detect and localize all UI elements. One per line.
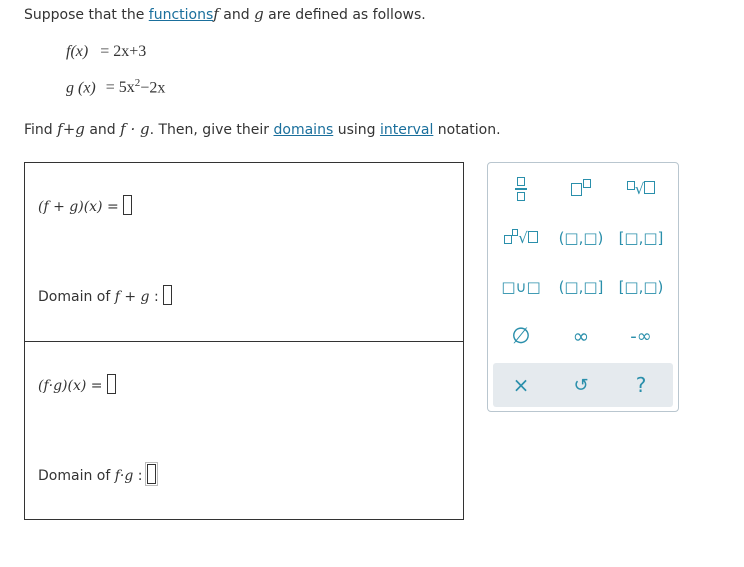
infinity-icon: ∞ xyxy=(572,324,590,348)
undo-icon: ↺ xyxy=(573,374,589,396)
open-interval-button[interactable]: (□,□) xyxy=(554,220,608,256)
exponent-button[interactable] xyxy=(554,171,608,207)
task-text: Find f+g and f · g. Then, give their dom… xyxy=(24,120,501,138)
open-closed-interval-button[interactable]: (□,□] xyxy=(554,269,608,305)
product-row: (f·g)(x) = xyxy=(38,374,116,394)
closed-interval-icon: [□,□] xyxy=(618,229,664,247)
empty-set-button[interactable]: ∅ xyxy=(494,318,548,354)
help-icon: ? xyxy=(635,373,647,397)
g-definition: g (x) = 5x2−2x xyxy=(66,77,166,97)
math-palette: √ √ (□,□) [□,□] □∪□ (□,□] [□,□) ∅ ∞ -∞ ×… xyxy=(487,162,679,412)
interval-link[interactable]: interval xyxy=(380,122,433,138)
palette-toolbar: × ↺ ? xyxy=(493,363,673,407)
nth-root-button[interactable]: √ xyxy=(614,171,668,207)
product-domain-row: Domain of f·g : xyxy=(38,462,158,486)
clear-button[interactable]: × xyxy=(494,367,548,403)
open-closed-interval-icon: (□,□] xyxy=(558,278,604,296)
undo-button[interactable]: ↺ xyxy=(554,367,608,403)
close-icon: × xyxy=(512,373,530,397)
sum-domain-input[interactable] xyxy=(163,285,173,305)
domains-link[interactable]: domains xyxy=(274,122,334,138)
negative-infinity-button[interactable]: -∞ xyxy=(614,318,668,354)
product-domain-input[interactable] xyxy=(144,462,158,486)
open-interval-icon: (□,□) xyxy=(558,229,604,247)
help-button[interactable]: ? xyxy=(614,367,668,403)
exponent-icon xyxy=(571,178,591,200)
intro-text: Suppose that the functionsf and g are de… xyxy=(24,5,426,23)
sum-row: (f + g)(x) = xyxy=(38,195,133,215)
sum-answer-input[interactable] xyxy=(123,195,133,215)
root-button[interactable]: √ xyxy=(494,220,548,256)
closed-open-interval-icon: [□,□) xyxy=(618,278,664,296)
product-answer-input[interactable] xyxy=(106,374,116,394)
answer-divider xyxy=(25,341,463,342)
functions-link[interactable]: functions xyxy=(149,7,213,23)
answer-area: (f + g)(x) = Domain of f + g : (f·g)(x) … xyxy=(24,162,464,520)
fraction-icon xyxy=(515,177,527,201)
infinity-button[interactable]: ∞ xyxy=(554,318,608,354)
closed-open-interval-button[interactable]: [□,□) xyxy=(614,269,668,305)
root-icon: √ xyxy=(504,229,538,247)
nth-root-icon: √ xyxy=(626,180,656,198)
negative-infinity-icon: -∞ xyxy=(630,325,652,347)
closed-interval-button[interactable]: [□,□] xyxy=(614,220,668,256)
f-definition: f(x) = 2x+3 xyxy=(66,43,147,60)
union-button[interactable]: □∪□ xyxy=(494,269,548,305)
fraction-button[interactable] xyxy=(494,171,548,207)
union-icon: □∪□ xyxy=(501,278,541,296)
empty-set-icon: ∅ xyxy=(511,323,531,349)
sum-domain-row: Domain of f + g : xyxy=(38,285,173,305)
